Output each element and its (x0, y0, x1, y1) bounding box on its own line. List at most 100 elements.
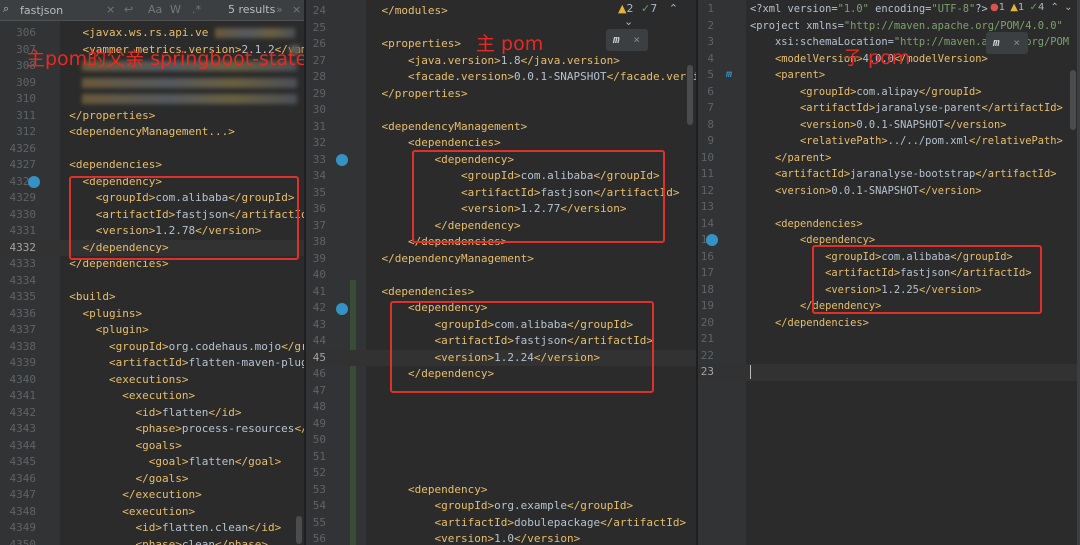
code-line[interactable]: 11 <artifactId>jaranalyse-bootstrap</art… (698, 166, 1080, 183)
code-text[interactable]: <relativePath>../../pom.xml</relativePat… (750, 133, 1063, 150)
code-line[interactable]: 4338 <groupId>org.codehaus.mojo</groupId… (0, 339, 306, 356)
code-line[interactable]: 49 (306, 416, 696, 433)
code-line[interactable]: 4347 </execution> (0, 487, 305, 504)
code-line[interactable]: 4340 <executions> (0, 372, 305, 389)
code-line[interactable]: 4343 <phase>process-resources</phase> (0, 421, 306, 438)
code-line[interactable]: 53 <dependency> (306, 482, 696, 499)
code-line[interactable]: 31 <dependencyManagement> (306, 119, 696, 136)
close-search-icon[interactable]: × (292, 3, 301, 16)
code-line[interactable]: 12 <version>0.0.1-SNAPSHOT</version> (698, 183, 1080, 200)
code-text[interactable]: <execution> (56, 504, 195, 521)
code-line[interactable]: 51 (306, 449, 696, 466)
code-text[interactable]: <goal>flatten</goal> (56, 454, 281, 471)
code-line[interactable]: 54 <groupId>org.example</groupId> (306, 498, 696, 515)
code-line[interactable]: 13 (698, 199, 1080, 216)
code-line[interactable]: 4336 <plugins> (0, 306, 305, 323)
maven-reload-button[interactable]: m × (986, 32, 1028, 54)
code-text[interactable]: <version>1.0</version> (355, 531, 580, 545)
code-text[interactable]: <artifactId>jaranalyse-parent</artifactI… (750, 100, 1063, 117)
code-text[interactable]: <version>0.0.1-SNAPSHOT</version> (750, 117, 1006, 134)
code-line[interactable]: 28 <facade.version>0.0.1-SNAPSHOT</facad… (306, 69, 696, 86)
overridden-gutter-icon[interactable] (28, 176, 40, 188)
code-text[interactable]: <dependencies> (355, 284, 475, 301)
close-icon[interactable]: × (633, 29, 640, 51)
code-text[interactable]: </dependencies> (750, 315, 869, 332)
editor-pane-main-pom[interactable]: 24 </modules> 25 26 <properties> 27 <java.v… (306, 0, 696, 545)
code-text[interactable]: <dependencies> (750, 216, 863, 233)
code-line[interactable]: 4327 <dependencies> (0, 157, 305, 174)
code-text[interactable]: <dependency> (355, 482, 487, 499)
code-line[interactable]: 4337 <plugin> (0, 322, 305, 339)
words-toggle[interactable]: W (170, 3, 181, 16)
code-line[interactable]: 48 (306, 399, 696, 416)
prev-highlight-icon[interactable]: ⌃ (669, 2, 678, 15)
regex-toggle[interactable]: .* (192, 3, 201, 16)
overridden-gutter-icon[interactable] (336, 303, 348, 315)
code-text[interactable]: </properties> (56, 108, 155, 125)
parent-gutter-icon[interactable]: m (726, 69, 732, 80)
inspection-widget[interactable]: ▲2 ✓7 ⌃ ⌄ (618, 2, 696, 28)
editor-pane-parent-of-main-pom[interactable]: 306 <javax.ws.rs.api.ve 307 <yammer.metri… (0, 0, 305, 545)
code-text[interactable]: <?xml version="1.0" encoding="UTF-8"?> (750, 1, 988, 18)
code-text[interactable]: </goals> (56, 471, 188, 488)
code-line[interactable]: 4346 </goals> (0, 471, 305, 488)
code-line[interactable]: 4345 <goal>flatten</goal> (0, 454, 305, 471)
code-text[interactable]: <artifactId>flatten-maven-plugin</artifa… (56, 355, 305, 372)
code-text[interactable]: <dependencyManagement...> (56, 124, 235, 141)
code-line[interactable]: 312 <dependencyManagement...> (0, 124, 305, 141)
editor-pane-child-pom[interactable]: 1 <?xml version="1.0" encoding="UTF-8"?> 2… (698, 0, 1080, 545)
code-text[interactable]: <artifactId>dobulepackage</artifactId> (355, 515, 686, 532)
close-icon[interactable]: × (1013, 32, 1020, 54)
code-line[interactable]: 311 </properties> (0, 108, 305, 125)
code-text[interactable]: </execution> (56, 487, 201, 504)
code-line[interactable]: 22 (698, 348, 1080, 365)
code-line[interactable]: 9 <relativePath>../../pom.xml</relativeP… (698, 133, 1080, 150)
match-case-toggle[interactable]: Aa (148, 3, 162, 16)
overriding-gutter-icon[interactable] (336, 154, 348, 166)
code-line[interactable]: 310 (0, 91, 305, 108)
maven-reload-button[interactable]: m × (606, 29, 648, 51)
code-line[interactable]: 40 (306, 267, 696, 284)
code-text[interactable]: <phase>clean</phase> (56, 537, 267, 545)
prev-highlight-icon[interactable]: ⌃ (1051, 2, 1059, 13)
code-text[interactable]: <plugin> (56, 322, 149, 339)
code-text[interactable]: <dependencyManagement> (355, 119, 528, 136)
code-text[interactable]: <build> (56, 289, 115, 306)
code-text[interactable]: <version>0.0.1-SNAPSHOT</version> (750, 183, 981, 200)
code-line[interactable]: 4342 <id>flatten</id> (0, 405, 305, 422)
code-text[interactable]: <groupId>org.codehaus.mojo</groupId> (56, 339, 305, 356)
code-line[interactable]: 50 (306, 432, 696, 449)
next-highlight-icon[interactable]: ⌄ (1064, 2, 1072, 13)
code-text[interactable]: </parent> (750, 150, 831, 167)
code-text[interactable]: <plugins> (56, 306, 143, 323)
code-line[interactable]: 14 <dependencies> (698, 216, 1080, 233)
code-text[interactable]: </dependencyManagement> (355, 251, 534, 268)
code-line[interactable]: 4334 (0, 273, 305, 290)
code-text[interactable]: <phase>process-resources</phase> (56, 421, 305, 438)
code-text[interactable]: <executions> (56, 372, 188, 389)
code-text[interactable]: <properties> (355, 36, 461, 53)
code-line[interactable]: 4339 <artifactId>flatten-maven-plugin</a… (0, 355, 306, 372)
code-line[interactable]: 4349 <id>flatten.clean</id> (0, 520, 305, 537)
code-text[interactable]: <facade.version>0.0.1-SNAPSHOT</facade.v… (355, 69, 696, 86)
code-text[interactable]: <id>flatten</id> (56, 405, 241, 422)
clear-search-icon[interactable]: × (106, 3, 115, 16)
code-line[interactable]: 56 <version>1.0</version> (306, 531, 696, 545)
code-text[interactable]: <groupId>org.example</groupId> (355, 498, 633, 515)
code-line[interactable]: 4326 (0, 141, 305, 158)
code-line[interactable]: 4348 <execution> (0, 504, 305, 521)
code-text[interactable]: <id>flatten.clean</id> (56, 520, 281, 537)
code-line[interactable]: 10 </parent> (698, 150, 1080, 167)
code-line[interactable]: 52 (306, 465, 696, 482)
inspection-widget[interactable]: ●1 ▲1 ✓4 ⌃ ⌄ (990, 2, 1072, 13)
code-line[interactable]: 23 (698, 364, 1080, 381)
code-line[interactable]: 8 <version>0.0.1-SNAPSHOT</version> (698, 117, 1080, 134)
newline-icon[interactable]: ↩ (124, 3, 133, 16)
code-text[interactable]: <dependencies> (56, 157, 162, 174)
code-line[interactable]: 29 </properties> (306, 86, 696, 103)
code-line[interactable]: 4341 <execution> (0, 388, 305, 405)
code-text[interactable]: <execution> (56, 388, 195, 405)
code-line[interactable]: 39 </dependencyManagement> (306, 251, 696, 268)
code-line[interactable]: 55 <artifactId>dobulepackage</artifactId… (306, 515, 696, 532)
overriding-gutter-icon[interactable] (706, 234, 718, 246)
